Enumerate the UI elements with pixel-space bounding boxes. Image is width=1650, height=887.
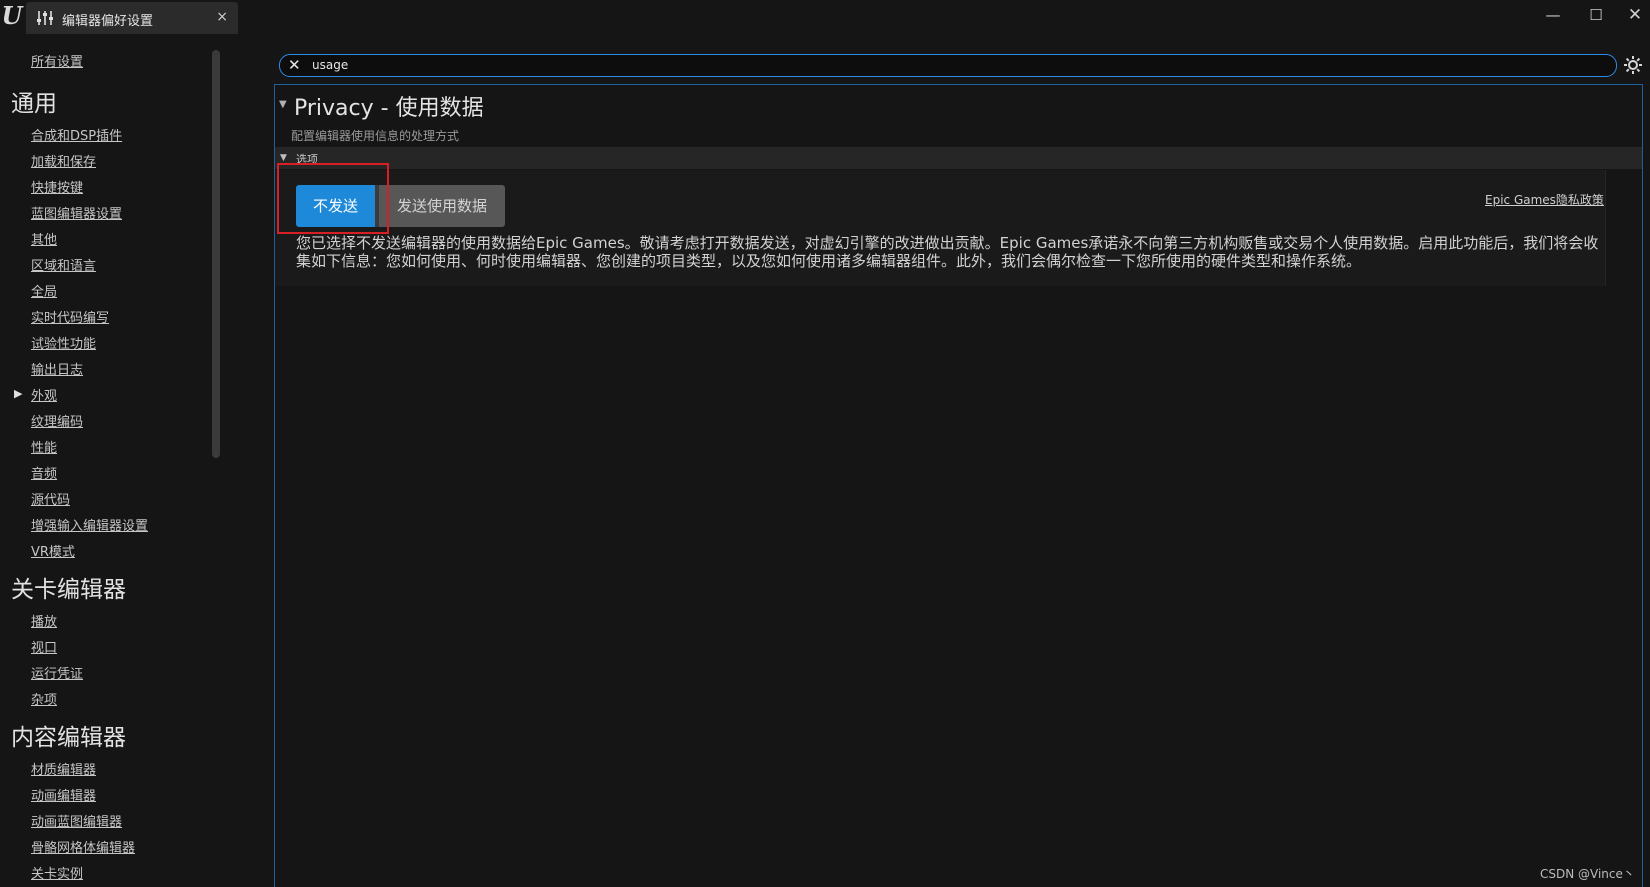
sidebar-item[interactable]: 动画编辑器 (31, 785, 96, 804)
sidebar-item[interactable]: 动画蓝图编辑器 (31, 811, 122, 830)
sidebar-item[interactable]: 合成和DSP插件 (31, 125, 122, 144)
privacy-policy-link[interactable]: Epic Games隐私政策 (1485, 191, 1604, 208)
search-input[interactable]: ✕ usage (279, 54, 1617, 77)
settings-panel: ▼ Privacy - 使用数据 配置编辑器使用信息的处理方式 ▼ 选项 不发送… (274, 84, 1643, 887)
send-usage-data-button[interactable]: 发送使用数据 (379, 185, 505, 227)
sidebar-item[interactable]: 快捷按键 (31, 177, 83, 196)
close-window-icon[interactable]: ✕ (1620, 4, 1650, 26)
sidebar-scrollbar[interactable] (212, 50, 220, 458)
section-title: Privacy - 使用数据 (294, 96, 484, 121)
expand-arrow-icon[interactable]: ▶ (14, 387, 22, 400)
sidebar-item[interactable]: 增强输入编辑器设置 (31, 515, 148, 534)
sidebar-item[interactable]: 纹理编码 (31, 411, 83, 430)
sidebar-group-content-editor: 内容编辑器 (11, 725, 126, 751)
title-bar: U 编辑器偏好设置 × — ☐ ✕ (0, 0, 1650, 34)
sidebar-item[interactable]: 源代码 (31, 489, 70, 508)
tab-editor-preferences[interactable]: 编辑器偏好设置 × (26, 2, 238, 34)
unreal-logo-icon: U (1, 1, 23, 30)
sidebar-item[interactable]: 骨骼网格体编辑器 (31, 837, 135, 856)
sidebar-item[interactable]: 试验性功能 (31, 333, 96, 352)
sidebar-item[interactable]: 其他 (31, 229, 57, 248)
annotation-highlight-box (277, 163, 389, 234)
sidebar-group-level-editor: 关卡编辑器 (11, 577, 126, 603)
section-description: 配置编辑器使用信息的处理方式 (291, 129, 460, 143)
sidebar-item[interactable]: 杂项 (31, 689, 57, 708)
row-separator (1605, 170, 1606, 286)
sidebar-item[interactable]: 性能 (31, 437, 57, 456)
usage-data-notice: 您已选择不发送编辑器的使用数据给Epic Games。敬请考虑打开数据发送，对虚… (296, 234, 1599, 270)
sidebar-item-appearance[interactable]: 外观 (31, 385, 57, 404)
sidebar-item[interactable]: 区域和语言 (31, 255, 96, 274)
sidebar-item[interactable]: 播放 (31, 611, 57, 630)
settings-sidebar: 所有设置 通用 合成和DSP插件 加载和保存 快捷按键 蓝图编辑器设置 其他 区… (0, 34, 246, 887)
collapse-section-icon[interactable]: ▼ (279, 99, 287, 110)
sliders-icon (37, 11, 53, 25)
sidebar-item[interactable]: 运行凭证 (31, 663, 83, 682)
sidebar-item[interactable]: 音频 (31, 463, 57, 482)
clear-search-icon[interactable]: ✕ (288, 57, 301, 74)
sidebar-item[interactable]: 视口 (31, 637, 57, 656)
gear-icon[interactable] (1623, 55, 1643, 75)
sidebar-item[interactable]: 输出日志 (31, 359, 83, 378)
sidebar-item[interactable]: 关卡实例 (31, 863, 83, 882)
sidebar-item[interactable]: VR模式 (31, 541, 75, 560)
category-header-options[interactable]: ▼ 选项 (275, 147, 1642, 169)
watermark: CSDN @Vince丶 (1540, 867, 1635, 881)
tab-label: 编辑器偏好设置 (62, 14, 154, 29)
sidebar-item[interactable]: 加载和保存 (31, 151, 96, 170)
collapse-category-icon[interactable]: ▼ (280, 153, 287, 163)
sidebar-item-all-settings[interactable]: 所有设置 (31, 51, 83, 70)
sidebar-item[interactable]: 全局 (31, 281, 57, 300)
search-value: usage (312, 58, 349, 72)
maximize-icon[interactable]: ☐ (1581, 4, 1611, 26)
sidebar-group-general: 通用 (11, 91, 57, 117)
sidebar-item[interactable]: 蓝图编辑器设置 (31, 203, 122, 222)
sidebar-item[interactable]: 实时代码编写 (31, 307, 109, 326)
minimize-icon[interactable]: — (1538, 4, 1568, 26)
tab-close-icon[interactable]: × (216, 9, 228, 25)
sidebar-item[interactable]: 材质编辑器 (31, 759, 96, 778)
